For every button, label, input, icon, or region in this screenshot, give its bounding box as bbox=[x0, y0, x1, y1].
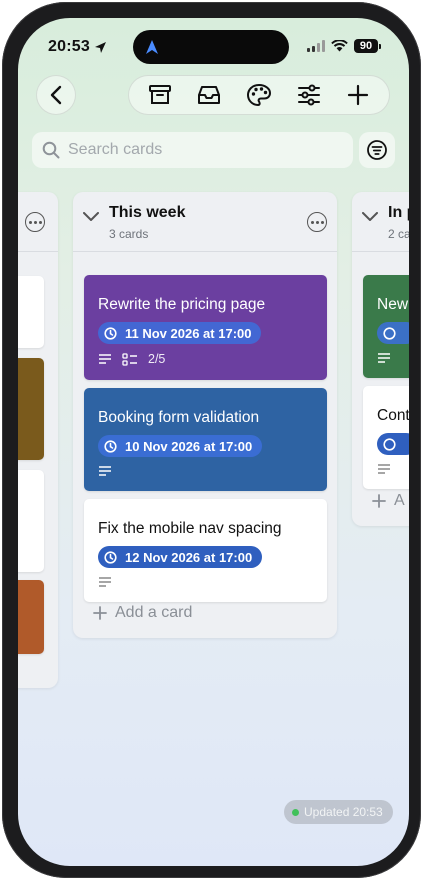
archive-button[interactable] bbox=[142, 77, 178, 113]
card-meta bbox=[98, 576, 112, 588]
clock-icon bbox=[383, 326, 396, 340]
plus-icon bbox=[348, 84, 369, 106]
sync-status-badge: Updated 20:53 bbox=[284, 800, 393, 824]
clock-icon bbox=[104, 326, 117, 340]
description-icon bbox=[99, 354, 111, 364]
due-date-badge bbox=[377, 433, 409, 455]
due-date-text: 10 Nov 2026 at 17:00 bbox=[125, 438, 253, 454]
due-date-badge: 10 Nov 2026 at 17:00 bbox=[98, 435, 263, 457]
add-card-label: Add a card bbox=[115, 604, 193, 621]
filter-button[interactable] bbox=[359, 132, 395, 168]
board-column-this-week: This week 3 cards Rewrite the pricing pa… bbox=[73, 192, 337, 638]
card-title: Booking form validation bbox=[98, 409, 260, 426]
add-button[interactable] bbox=[340, 77, 376, 113]
inbox-icon bbox=[198, 86, 221, 104]
description-icon bbox=[99, 466, 111, 476]
card[interactable]: New bbox=[363, 275, 409, 378]
archive-icon bbox=[148, 85, 171, 104]
navigation-icon bbox=[146, 40, 158, 54]
card[interactable] bbox=[18, 470, 44, 572]
add-card-button[interactable]: A bbox=[372, 492, 405, 510]
add-card-label: A bbox=[394, 492, 405, 509]
card[interactable]: Cont bbox=[363, 386, 409, 489]
chevron-down-icon[interactable] bbox=[362, 212, 378, 222]
card-title: Cont bbox=[377, 407, 409, 424]
palette-icon bbox=[246, 83, 271, 107]
card-title: Fix the mobile nav spacing bbox=[98, 520, 282, 537]
wifi-icon bbox=[331, 40, 348, 52]
card[interactable] bbox=[18, 276, 44, 348]
checklist-progress: 2/5 bbox=[148, 352, 166, 366]
plus-icon bbox=[372, 494, 386, 508]
card-meta bbox=[377, 463, 391, 475]
card[interactable] bbox=[18, 580, 44, 654]
column-more-button[interactable] bbox=[307, 212, 327, 232]
description-icon bbox=[378, 464, 390, 474]
battery-icon: 90 bbox=[354, 39, 381, 53]
column-card-count: 3 cards bbox=[109, 227, 149, 241]
card-meta: 2/5 bbox=[98, 352, 165, 366]
board-column-in-progress: In p 2 ca New Cont bbox=[352, 192, 409, 526]
board-column-previous bbox=[18, 192, 58, 688]
card-meta bbox=[377, 352, 391, 364]
card-title: Rewrite the pricing page bbox=[98, 296, 266, 313]
signal-icon bbox=[307, 40, 325, 52]
description-icon bbox=[378, 353, 390, 363]
card-title: New bbox=[377, 296, 409, 313]
column-more-button[interactable] bbox=[25, 212, 45, 232]
dynamic-island bbox=[133, 30, 289, 64]
board-toolbar bbox=[128, 75, 390, 115]
column-header bbox=[18, 192, 58, 252]
screen: 20:53 90 Search cards This week 3 cards … bbox=[18, 18, 409, 866]
sync-status-text: Updated 20:53 bbox=[304, 805, 383, 819]
due-date-badge bbox=[377, 322, 409, 344]
due-date-text: 12 Nov 2026 at 17:00 bbox=[125, 549, 253, 565]
card[interactable] bbox=[18, 358, 44, 460]
clock-icon bbox=[104, 550, 117, 564]
inbox-button[interactable] bbox=[191, 77, 227, 113]
back-button[interactable] bbox=[36, 75, 76, 115]
status-icons: 90 bbox=[307, 39, 381, 53]
chevron-down-icon[interactable] bbox=[83, 212, 99, 222]
checklist-icon bbox=[122, 352, 137, 366]
add-card-button[interactable]: Add a card bbox=[93, 604, 192, 622]
sliders-icon bbox=[297, 84, 320, 106]
chevron-left-icon bbox=[50, 85, 62, 105]
due-date-text: 11 Nov 2026 at 17:00 bbox=[125, 325, 252, 341]
card-meta bbox=[98, 465, 112, 477]
phone-frame: 20:53 90 Search cards This week 3 cards … bbox=[2, 2, 421, 878]
column-title: This week bbox=[109, 204, 186, 221]
filter-icon bbox=[367, 140, 387, 160]
card-booking-form-validation[interactable]: Booking form validation 10 Nov 2026 at 1… bbox=[84, 388, 327, 491]
clock-icon bbox=[383, 437, 396, 451]
column-header: In p 2 ca bbox=[352, 192, 409, 252]
theme-button[interactable] bbox=[241, 77, 277, 113]
plus-icon bbox=[93, 606, 107, 620]
location-arrow-icon bbox=[94, 41, 106, 53]
online-dot-icon bbox=[292, 808, 299, 816]
battery-level: 90 bbox=[354, 39, 378, 53]
search-bar bbox=[32, 132, 353, 168]
column-header: This week 3 cards bbox=[73, 192, 337, 252]
due-date-badge: 11 Nov 2026 at 17:00 bbox=[98, 322, 262, 344]
column-title: In p bbox=[388, 204, 409, 221]
column-card-count: 2 ca bbox=[388, 227, 409, 241]
description-icon bbox=[99, 577, 111, 587]
search-icon bbox=[42, 141, 60, 159]
search-input[interactable] bbox=[68, 141, 328, 159]
status-time: 20:53 bbox=[48, 38, 107, 56]
card-rewrite-pricing-page[interactable]: Rewrite the pricing page 11 Nov 2026 at … bbox=[84, 275, 327, 380]
card-fix-mobile-nav-spacing[interactable]: Fix the mobile nav spacing 12 Nov 2026 a… bbox=[84, 499, 327, 602]
clock-icon bbox=[104, 439, 117, 453]
settings-button[interactable] bbox=[291, 77, 327, 113]
due-date-badge: 12 Nov 2026 at 17:00 bbox=[98, 546, 263, 568]
